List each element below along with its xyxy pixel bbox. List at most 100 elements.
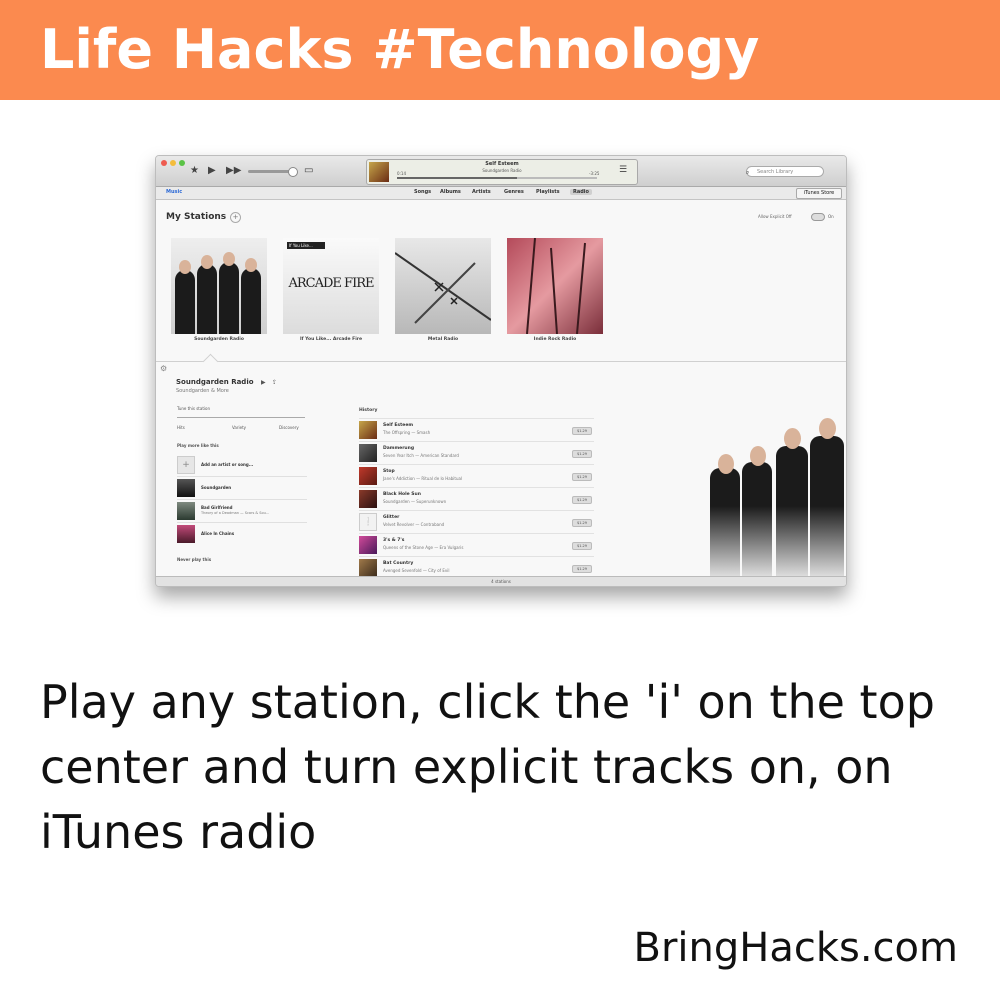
table-row[interactable]: Dammerung Seven Year Itch — American Sta… [359, 441, 594, 464]
station-tile-metal[interactable] [395, 238, 491, 334]
track-subtitle: Velvet Revolver — Contraband [383, 522, 445, 527]
buy-button[interactable]: $1.29 [572, 542, 592, 550]
remaining-time: -3:25 [589, 171, 600, 176]
track-subtitle: Seven Year Itch — American Standard [383, 453, 459, 458]
barbed-wire-icon [395, 252, 491, 324]
itunes-toolbar: ★ ▶ ▶▶ ▭ Self Esteem Soundgarden Radio 0… [156, 156, 846, 187]
search-input[interactable]: Search Library [746, 166, 824, 177]
tab-playlists[interactable]: Playlists [536, 189, 560, 195]
buy-button[interactable]: $1.29 [572, 565, 592, 573]
station-label: If You Like... Arcade Fire [299, 337, 363, 342]
buy-button[interactable]: $1.29 [572, 450, 592, 458]
artist-name: Soundgarden [201, 485, 232, 490]
table-row[interactable]: ❕ Glitter Velvet Revolver — Contraband $… [359, 510, 594, 533]
play-station-icon[interactable]: ▶ [261, 379, 266, 386]
buy-button[interactable]: $1.29 [572, 427, 592, 435]
tab-artists[interactable]: Artists [472, 189, 491, 195]
station-label: Metal Radio [427, 337, 459, 342]
tab-genres[interactable]: Genres [504, 189, 524, 195]
table-row[interactable]: Self Esteem The Offspring — Smash $1.29 [359, 418, 594, 441]
tune-slider[interactable] [177, 417, 305, 418]
artist-thumbnail [177, 479, 195, 497]
add-artist-label: Add an artist or song... [201, 462, 254, 467]
artist-name: Alice In Chains [201, 531, 235, 536]
add-artist-row[interactable]: + Add an artist or song... [177, 456, 307, 474]
tab-radio[interactable]: Radio [570, 189, 592, 195]
list-item[interactable]: Alice In Chains [177, 525, 307, 543]
tab-songs[interactable]: Songs [414, 189, 431, 195]
navigation-bar: Music Songs Albums Artists Genres Playli… [156, 187, 846, 200]
share-icon[interactable]: ⇪ [272, 379, 277, 386]
track-artwork [359, 421, 377, 439]
progress-bar[interactable] [397, 177, 597, 179]
header-banner: Life Hacks #Technology [0, 0, 1000, 100]
status-bar: 4 stations [156, 576, 846, 586]
now-playing-title: Self Esteem [485, 161, 519, 167]
zoom-window-icon[interactable] [179, 160, 185, 166]
history-heading: History [359, 408, 378, 413]
table-row[interactable]: 3's & 7's Queens of the Stone Age — Era … [359, 533, 594, 556]
track-subtitle: Jane's Addiction — Ritual de lo Habitual [383, 476, 463, 481]
now-playing-artwork [369, 162, 389, 182]
list-item[interactable]: Bad Girlfriend Theory of a Deadman — Sca… [177, 502, 307, 520]
volume-knob[interactable] [288, 167, 298, 177]
track-artwork: ❕ [359, 513, 377, 531]
track-artwork [359, 490, 377, 508]
tab-albums[interactable]: Albums [440, 189, 461, 195]
station-label: Indie Rock Radio [533, 337, 577, 342]
artist-name: Bad Girlfriend [201, 505, 233, 510]
toggle-on-label: On [828, 214, 834, 219]
search-icon: ⌕ [746, 169, 750, 176]
tune-option-hits[interactable]: Hits [177, 425, 185, 430]
close-window-icon[interactable] [161, 160, 167, 166]
never-play-label: Never play this [177, 557, 212, 562]
artist-thumbnail [177, 502, 195, 520]
trees-artwork [526, 238, 586, 334]
buy-button[interactable]: $1.29 [572, 473, 592, 481]
up-next-icon[interactable]: ☰ [619, 164, 627, 176]
track-subtitle: Avenged Sevenfold — City of Evil [383, 568, 450, 573]
play-more-label: Play more like this [177, 443, 219, 448]
selected-station-pointer [202, 353, 219, 370]
allow-explicit-toggle[interactable] [811, 213, 825, 221]
tune-option-variety[interactable]: Variety [232, 425, 246, 430]
tune-option-discovery[interactable]: Discovery [279, 425, 299, 430]
banner-title: Life Hacks #Technology [40, 18, 760, 81]
allow-explicit-label: Allow Explicit Off [758, 214, 792, 219]
track-subtitle: Queens of the Stone Age — Era Vulgaris [383, 545, 464, 550]
table-row[interactable]: Black Hole Sun Soundgarden — Superunknow… [359, 487, 594, 510]
station-detail-subtitle: Soundgarden & More [176, 388, 229, 394]
library-selector[interactable]: Music [166, 189, 182, 195]
tune-station-label: Tune this station [177, 406, 210, 411]
track-title: Self Esteem [383, 423, 414, 428]
add-station-button[interactable]: + [230, 212, 241, 223]
track-subtitle: Soundgarden — Superunknown [383, 499, 447, 504]
station-count: 4 stations [491, 579, 511, 584]
station-tile-indie-rock[interactable] [507, 238, 603, 334]
station-label: Soundgarden Radio [194, 337, 244, 342]
buy-button[interactable]: $1.29 [572, 496, 592, 504]
airplay-icon[interactable]: ▭ [304, 165, 313, 177]
buy-button[interactable]: $1.29 [572, 519, 592, 527]
station-tile-arcade-fire[interactable]: If You Like... ARCADE FIRE [283, 238, 379, 334]
table-row[interactable]: Stop Jane's Addiction — Ritual de lo Hab… [359, 464, 594, 487]
section-divider [156, 361, 846, 362]
gear-icon[interactable]: ⚙ [160, 364, 167, 373]
elapsed-time: 0:14 [397, 171, 406, 176]
play-icon[interactable]: ▶ [208, 165, 216, 177]
album-art-text: ARCADE FIRE [288, 276, 375, 291]
star-icon[interactable]: ★ [190, 165, 199, 177]
track-title: Dammerung [383, 446, 415, 451]
now-playing-display[interactable]: Self Esteem Soundgarden Radio 0:14 -3:25… [366, 159, 638, 185]
artist-photo [706, 382, 846, 586]
list-item[interactable]: Soundgarden [177, 479, 307, 497]
track-artwork [359, 559, 377, 577]
itunes-store-button[interactable]: iTunes Store [796, 188, 842, 199]
plus-icon: + [177, 456, 195, 474]
itunes-screenshot: ★ ▶ ▶▶ ▭ Self Esteem Soundgarden Radio 0… [155, 155, 847, 587]
volume-slider[interactable] [248, 170, 293, 173]
minimize-window-icon[interactable] [170, 160, 176, 166]
station-tile-soundgarden[interactable] [171, 238, 267, 334]
fast-forward-icon[interactable]: ▶▶ [226, 165, 241, 177]
track-artwork [359, 444, 377, 462]
